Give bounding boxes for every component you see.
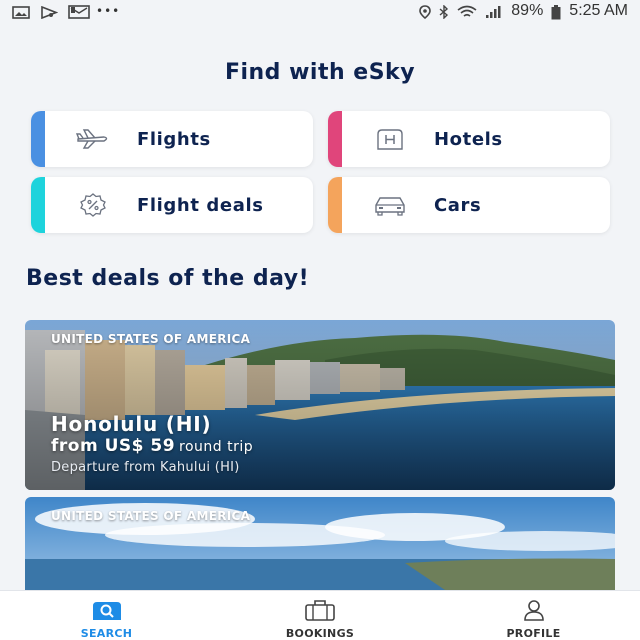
- flights-button[interactable]: Flights: [31, 111, 313, 167]
- deal-country: UNITED STATES OF AMERICA: [51, 332, 251, 346]
- clock: 5:25 AM: [569, 2, 628, 19]
- deal-departure: Departure from Kahului (HI): [51, 460, 240, 475]
- deals-section-title: Best deals of the day!: [26, 266, 310, 291]
- cars-button[interactable]: Cars: [328, 177, 610, 233]
- deal-city: Honolulu (HI): [51, 412, 212, 436]
- card-accent: [31, 177, 45, 233]
- nav-search[interactable]: SEARCH: [0, 591, 213, 640]
- status-right: 89% 5:25 AM: [419, 2, 628, 20]
- cars-label: Cars: [434, 194, 482, 216]
- deal-price-row: from US$ 59 round trip: [51, 436, 253, 456]
- deal-card-2[interactable]: UNITED STATES OF AMERICA: [25, 497, 615, 590]
- discount-badge-icon: [75, 193, 111, 217]
- deal-price: from US$ 59: [51, 436, 176, 456]
- signal-icon: [485, 5, 503, 18]
- wifi-icon: [457, 5, 477, 17]
- deal-card-honolulu[interactable]: UNITED STATES OF AMERICA Honolulu (HI) f…: [25, 320, 615, 490]
- car-icon: [372, 193, 408, 217]
- status-left: •••: [12, 4, 121, 20]
- status-bar: ••• 89% 5:25 AM: [0, 0, 640, 22]
- hotels-label: Hotels: [434, 128, 503, 150]
- battery-icon: [551, 5, 561, 20]
- card-accent: [328, 111, 342, 167]
- hotel-icon: [372, 127, 408, 151]
- battery-percentage: 89%: [511, 2, 544, 19]
- airplane-icon: [75, 127, 111, 151]
- more-notifications: •••: [96, 4, 121, 18]
- gallery-notification-icon: [12, 5, 30, 19]
- flight-deals-button[interactable]: Flight deals: [31, 177, 313, 233]
- nav-search-label: SEARCH: [80, 627, 133, 640]
- nav-profile-label: PROFILE: [506, 627, 561, 640]
- email-notification-icon: [68, 5, 90, 19]
- hotels-button[interactable]: Hotels: [328, 111, 610, 167]
- flights-label: Flights: [137, 128, 211, 150]
- card-accent: [328, 177, 342, 233]
- deal-trip-type: round trip: [179, 439, 254, 455]
- bluetooth-icon: [439, 4, 449, 20]
- search-icon: [90, 598, 124, 622]
- page-title: Find with eSky: [224, 60, 416, 85]
- flight-deals-label: Flight deals: [137, 194, 264, 216]
- nav-bookings[interactable]: BOOKINGS: [214, 591, 427, 640]
- play-notification-icon: [40, 5, 59, 20]
- user-icon: [517, 598, 551, 622]
- location-icon: [419, 5, 432, 20]
- bottom-nav: SEARCH BOOKINGS PROFILE: [0, 590, 640, 640]
- nav-profile[interactable]: PROFILE: [427, 591, 640, 640]
- card-accent: [31, 111, 45, 167]
- briefcase-icon: [303, 598, 337, 622]
- nav-bookings-label: BOOKINGS: [285, 627, 355, 640]
- deal-country: UNITED STATES OF AMERICA: [51, 509, 251, 523]
